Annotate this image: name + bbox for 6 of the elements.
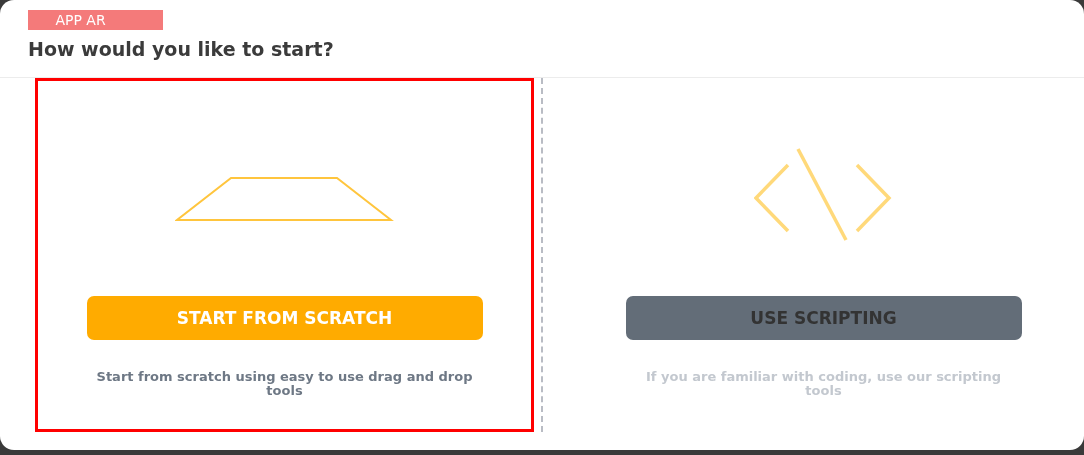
option-card[interactable]: START FROM SCRATCH Start from scratch using easy to use drag and drop tools [35, 78, 534, 432]
option-description: Start from scratch using easy to use drag and drop tools [95, 370, 474, 398]
dialog-title: How would you like to start? [28, 38, 335, 60]
scratch-button[interactable]: START FROM SCRATCH [86, 296, 483, 340]
app-tag: APP AR [28, 10, 163, 30]
option-description: If you are familiar with coding, use our scripting tools [645, 370, 1002, 398]
